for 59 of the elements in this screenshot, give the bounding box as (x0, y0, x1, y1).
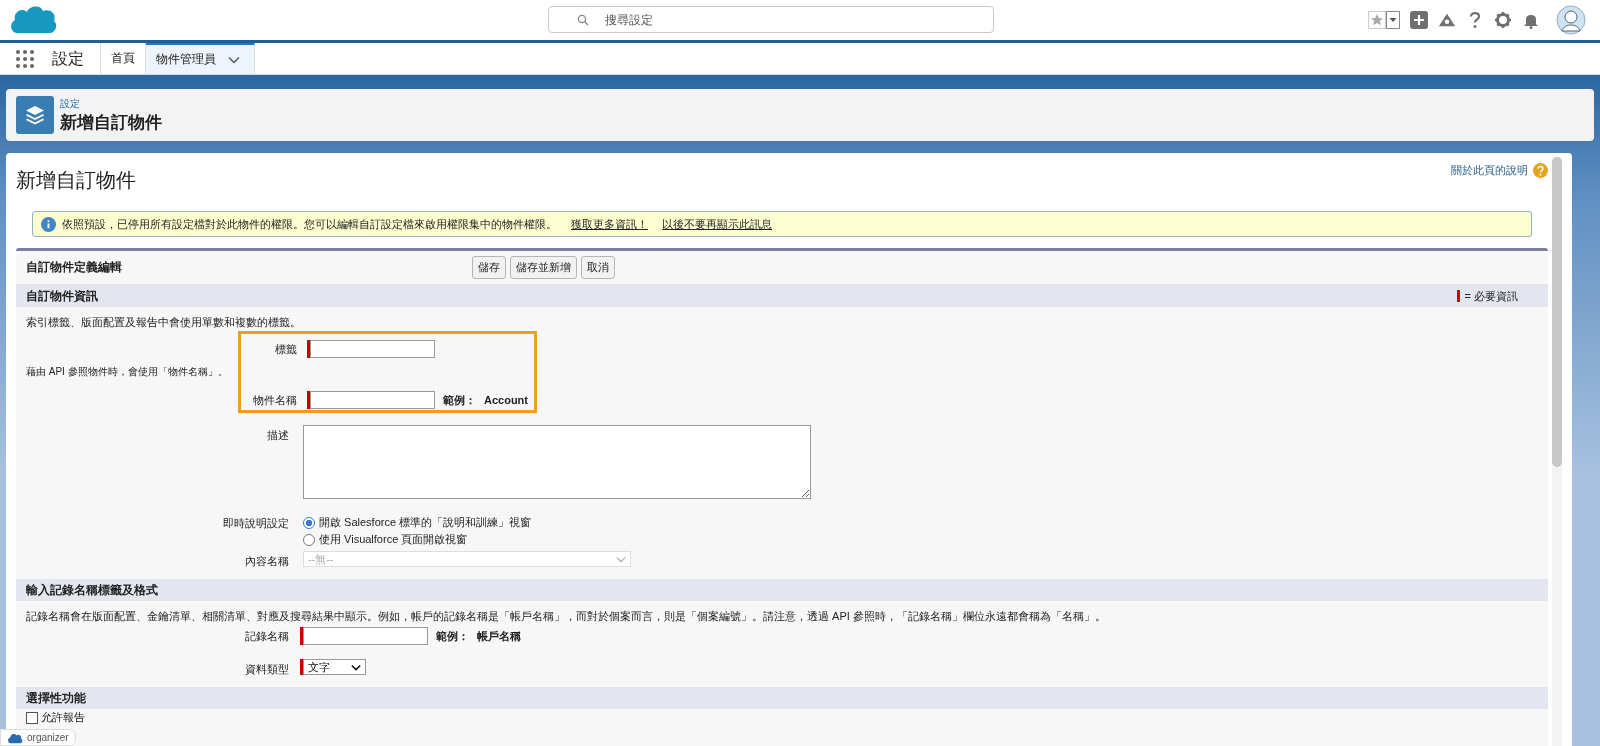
settings-icon[interactable] (1494, 11, 1512, 29)
text-field[interactable] (307, 391, 435, 409)
field-label: 資料類型 (244, 662, 290, 677)
search-icon (577, 13, 589, 26)
section-note: 索引標籤、版面配置及報告中會使用單數和複數的標籤。 (26, 315, 302, 329)
checkbox[interactable] (26, 711, 38, 724)
layers-icon (16, 96, 54, 134)
app-name: 設定 (52, 43, 101, 74)
panel-title: 自訂物件定義編輯 (26, 259, 123, 276)
checkbox-label: 允許報告 (41, 710, 85, 725)
breadcrumb-link[interactable]: 設定 (60, 96, 162, 111)
search-field[interactable]: 搜尋設定 (548, 6, 994, 33)
avatar[interactable] (1556, 5, 1586, 35)
required-marker (1456, 290, 1460, 302)
cloud-icon (7, 731, 23, 744)
help-link[interactable]: 關於此頁的說明 (1451, 163, 1528, 178)
radio-label: 使用 Visualforce 頁面開啟視窗 (319, 532, 468, 547)
banner-link[interactable]: 以後不要再顯示此訊息 (662, 216, 772, 232)
action-button[interactable]: 儲存 (472, 256, 506, 279)
info-icon (41, 216, 56, 232)
description-field[interactable] (303, 425, 811, 499)
scrollbar-thumb[interactable] (1552, 157, 1562, 467)
select-field[interactable]: 文字 (303, 659, 366, 675)
banner-link[interactable]: 獲取更多資訊！ (571, 216, 648, 232)
organizer-badge[interactable]: organizer (0, 729, 76, 746)
action-button[interactable]: 儲存並新增 (510, 256, 577, 279)
example-value: 帳戶名稱 (477, 628, 521, 644)
radio-label: 開啟 Salesforce 標準的「說明和訓練」視窗 (319, 515, 532, 530)
dropdown-icon[interactable] (1386, 11, 1400, 29)
field-label: 即時說明設定 (222, 516, 290, 531)
section-title: 自訂物件資訊 (26, 287, 98, 305)
action-button[interactable]: 取消 (581, 256, 615, 279)
field-label: 標籤 (274, 341, 297, 357)
app-launcher-icon[interactable] (15, 48, 35, 69)
example-label: 範例： (436, 628, 469, 644)
side-note: 藉由 API 參照物件時，會使用「物件名稱」。 (26, 366, 228, 377)
field-label: 內容名稱 (244, 554, 290, 569)
text-field[interactable] (300, 627, 428, 645)
field-label: 描述 (266, 428, 290, 443)
text-field[interactable] (307, 340, 435, 358)
section-note: 記錄名稱會在版面配置、金鑰清單、相關清單、對應及搜尋結果中顯示。例如，帳戶的記錄名稱是「帳戶名稱」，而對於個案而言，則是「個案編號」。請注意，透過 API 參照時，「記錄名稱」欄位永遠都會稱為「名稱」。 (26, 609, 1107, 623)
section-title: 輸入記錄名稱標籤及格式 (26, 581, 158, 599)
search-input[interactable]: 搜尋設定 (603, 11, 987, 28)
field-label: 記錄名稱 (244, 628, 290, 644)
star-icon[interactable] (1368, 11, 1386, 29)
plus-icon[interactable] (1410, 11, 1428, 29)
example-value: Account (484, 394, 528, 406)
required-legend: = 必要資訊 (1464, 288, 1518, 304)
nav-tab[interactable]: 物件管理員 (146, 43, 255, 74)
example-label: 範例： (443, 392, 476, 408)
radio-button[interactable] (303, 533, 315, 546)
info-message: 依照預設，已停用所有設定檔對於此物件的權限。您可以編輯自訂設定檔來啟用權限集中的物件權限。 (62, 216, 557, 232)
chevron-down-icon[interactable] (351, 663, 361, 671)
radio-button[interactable] (303, 516, 315, 529)
mountain-icon[interactable] (1438, 11, 1456, 29)
field-label: 物件名稱 (252, 392, 297, 408)
content-title: 新增自訂物件 (16, 168, 136, 193)
section-title: 選擇性功能 (26, 689, 86, 707)
page-title: 新增自訂物件 (60, 111, 162, 134)
